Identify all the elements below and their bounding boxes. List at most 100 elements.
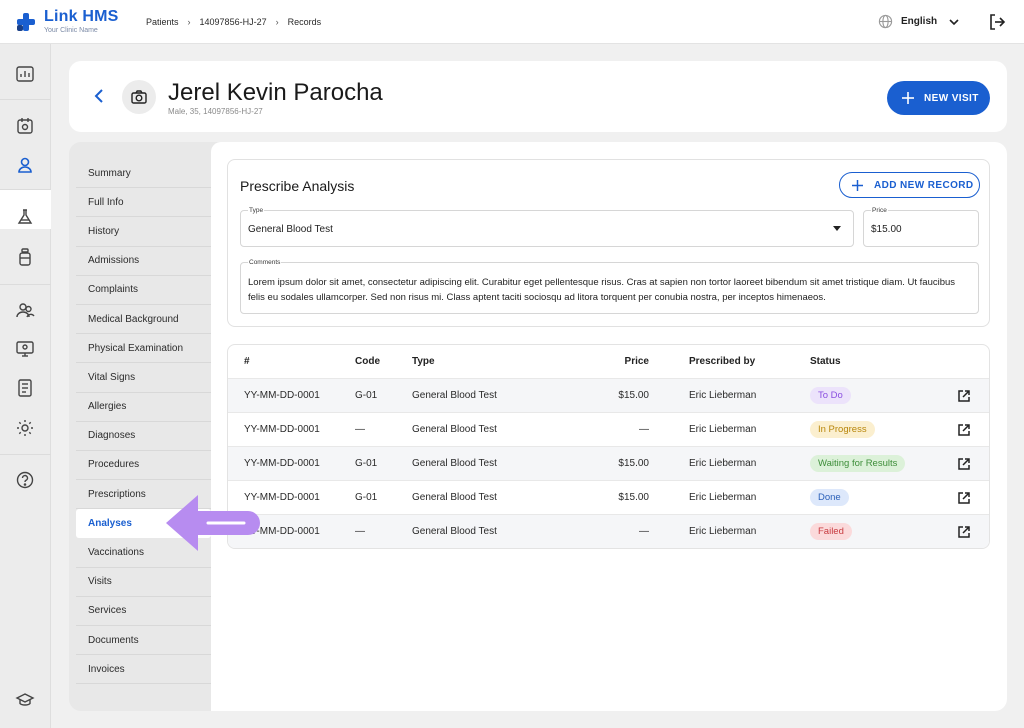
cell-price: — [639,424,649,435]
price-field[interactable]: Price $15.00 [863,207,979,247]
table-row[interactable]: YY-MM-DD-0001 G-01 General Blood Test $15.0… [228,446,989,480]
table-row[interactable]: YY-MM-DD-0001— General Blood Test — Eric Li… [228,514,989,548]
new-visit-label: NEW VISIT [924,92,979,104]
status-badge: To Do [810,387,851,404]
nav-item-medical-background[interactable]: Medical Background [76,305,211,335]
user-icon[interactable] [15,155,35,175]
group-icon[interactable] [15,300,35,320]
calendar-icon[interactable] [15,116,35,136]
nav-item-physical-examination[interactable]: Physical Examination [76,334,211,364]
nav-item-diagnoses[interactable]: Diagnoses [76,422,211,451]
header-price: Price [624,356,649,367]
nav-item-visits[interactable]: Visits [76,568,211,597]
open-external-icon[interactable] [957,423,971,437]
cell-action [957,447,971,480]
patient-name: Jerel Kevin Parocha [168,79,383,106]
logo-cross-icon [17,13,35,31]
type-label: Type [248,207,265,214]
cell-status: Done [810,481,849,514]
dropdown-caret-icon [833,226,841,231]
language-selector[interactable]: English [878,14,960,29]
nav-item-complaints[interactable]: Complaints [76,276,211,305]
cell-prescribed-by: Eric Lieberman [689,424,757,435]
bottle-icon[interactable] [15,247,35,267]
back-arrow-icon[interactable] [91,87,107,105]
nav-item-documents[interactable]: Documents [76,626,211,656]
cell-price: $15.00 [618,390,649,401]
nav-item-allergies[interactable]: Allergies [76,393,211,422]
cell-action [957,413,971,446]
comments-field[interactable]: Comments Lorem ipsum dolor sit amet, con… [240,259,979,314]
monitor-icon[interactable] [15,339,35,359]
nav-item-history[interactable]: History [76,217,211,247]
cell-type: General Blood Test [412,390,497,401]
flask-icon[interactable] [15,207,35,227]
header-id: # [244,356,250,367]
cell-code: — [355,424,365,435]
patient-meta: Male, 35, 14097856-HJ-27 [168,107,263,116]
table-row[interactable]: YY-MM-DD-0001 — General Blood Test — Eric Li… [228,412,989,446]
cell-code: G-01 [355,458,378,469]
logout-icon[interactable] [988,13,1006,31]
app-logo[interactable]: Link HMS Your Clinic Name [16,9,119,35]
nav-item-invoices[interactable]: Invoices [76,655,211,685]
document-icon[interactable] [15,378,35,398]
nav-item-admissions[interactable]: Admissions [76,247,211,276]
breadcrumb-records: Records [287,17,322,27]
app-name: Link HMS [44,8,119,25]
breadcrumb-patients[interactable]: Patients [146,17,179,27]
header-prescribed-by: Prescribed by [689,356,756,367]
cell-type: General Blood Test [412,424,497,435]
table-header: # Code Type Price Prescribed by Status [228,345,989,378]
cell-id: YY-MM-DD-0001 [244,458,320,469]
help-icon[interactable] [15,470,35,490]
nav-item-services[interactable]: Services [76,597,211,626]
dashboard-icon[interactable] [15,64,35,84]
cell-id: YY-MM-DD-0001 [244,424,320,435]
patient-header: Jerel Kevin Parocha Male, 35, 14097856-H… [69,61,1007,132]
avatar[interactable] [122,80,156,114]
add-new-record-button[interactable]: ADD NEW RECORD [839,172,980,198]
plus-icon [902,92,914,104]
graduation-cap-icon[interactable] [15,690,35,710]
pointer-arrow-icon [166,495,260,551]
card-title: Prescribe Analysis [240,178,355,194]
cell-prescribed-by: Eric Lieberman [689,390,757,401]
breadcrumb-patient-id[interactable]: 14097856-HJ-27 [200,17,267,27]
price-value: $15.00 [871,224,902,235]
cell-status: In Progress [810,413,875,446]
open-external-icon[interactable] [957,389,971,403]
table-row[interactable]: YY-MM-DD-0001 G-01 General Blood Test $15.0… [228,480,989,514]
cell-prescribed-by: Eric Lieberman [689,526,757,537]
chevron-down-icon [949,18,959,25]
table-row[interactable]: YY-MM-DD-0001 G-01 General Blood Test $15.0… [228,378,989,412]
settings-icon[interactable] [15,418,35,438]
analyses-table: # Code Type Price Prescribed by Status Y… [227,344,990,549]
analyses-content: Prescribe Analysis ADD NEW RECORD Type G… [211,142,1007,711]
open-external-icon[interactable] [957,491,971,505]
comments-value: Lorem ipsum dolor sit amet, consectetur … [248,277,956,303]
cell-price: $15.00 [618,492,649,503]
cell-price: $15.00 [618,458,649,469]
nav-item-full-info[interactable]: Full Info [76,188,211,218]
breadcrumb: Patients › 14097856-HJ-27 › Records [146,17,321,27]
nav-item-vital-signs[interactable]: Vital Signs [76,363,211,393]
open-external-icon[interactable] [957,525,971,539]
nav-item-summary[interactable]: Summary [76,159,211,189]
cell-code: — [355,526,365,537]
breadcrumb-separator-icon: › [187,17,191,27]
record-nav: Summary Full Info History Admissions Complai… [76,159,211,685]
status-badge: Failed [810,523,852,540]
cell-action [957,481,971,514]
language-label: English [901,16,938,27]
cell-action [957,515,971,548]
cell-prescribed-by: Eric Lieberman [689,492,757,503]
cell-action [957,379,971,412]
cell-status: Waiting for Results [810,447,906,480]
open-external-icon[interactable] [957,457,971,471]
cell-id: YY-MM-DD-0001 [244,390,320,401]
globe-icon [878,14,893,29]
type-select[interactable]: Type General Blood Test [240,207,854,247]
nav-item-procedures[interactable]: Procedures [76,451,211,481]
new-visit-button[interactable]: NEW VISIT [887,81,990,115]
